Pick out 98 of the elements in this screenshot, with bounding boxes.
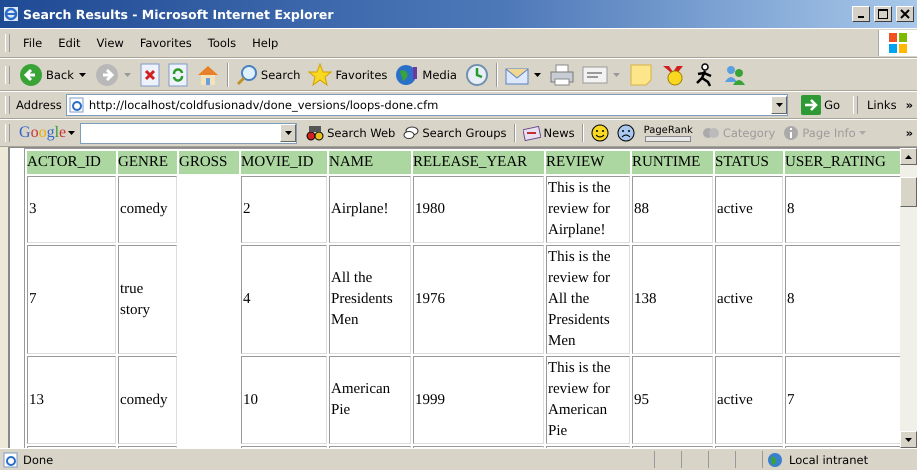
stop-icon (140, 62, 160, 86)
scroll-thumb[interactable] (900, 177, 917, 207)
column-header: ACTOR_ID (27, 151, 116, 174)
table-cell: This is the review for All the Presidents Men (546, 245, 630, 354)
table-cell: 95 (632, 356, 713, 444)
dropdown-arrow-icon (858, 131, 866, 135)
maximize-button[interactable] (874, 6, 892, 22)
table-cell: 138 (632, 245, 713, 354)
dropdown-arrow-icon (612, 72, 620, 76)
scroll-up-icon (905, 154, 912, 158)
page-icon (3, 452, 19, 468)
vertical-scrollbar[interactable] (900, 148, 917, 448)
table-cell: 1976 (413, 245, 544, 354)
menu-item[interactable]: Favorites (132, 34, 199, 52)
more-button[interactable]: » (902, 126, 917, 140)
table-cell: American Pie (329, 356, 411, 444)
minimize-button[interactable] (852, 6, 870, 22)
dropdown-arrow-icon (776, 103, 783, 107)
table-cell: active (715, 356, 783, 444)
search-groups-button[interactable]: Search Groups (400, 124, 510, 142)
table-cell: 1980 (413, 176, 544, 243)
info-icon (783, 125, 800, 141)
document-icon (582, 64, 608, 84)
dropdown-arrow-icon (124, 72, 131, 76)
close-icon (900, 9, 910, 19)
dropdown-arrow-icon (68, 131, 76, 135)
menu-item[interactable]: Tools (200, 34, 244, 52)
globe-icon (767, 452, 785, 468)
table-cell: 10 (241, 356, 327, 444)
search-icon (236, 64, 258, 86)
close-button[interactable] (896, 6, 914, 22)
table-cell: All the Presidents Men (329, 245, 411, 354)
dropdown-arrow-icon (284, 131, 292, 135)
binoculars-icon (306, 125, 324, 141)
search-web-button[interactable]: Search Web (303, 124, 398, 142)
refresh-icon (168, 62, 188, 86)
table-cell: 2 (241, 176, 327, 243)
table-cell: This is the review for American Pie (546, 356, 630, 444)
table-cell: comedy (118, 176, 177, 243)
menu-item[interactable]: File (16, 34, 50, 52)
table-cell: 7 (27, 245, 116, 354)
minimize-icon (858, 16, 864, 18)
maximize-icon (878, 9, 888, 19)
media-button[interactable]: Media (392, 62, 460, 88)
newspaper-icon (522, 125, 541, 141)
table-cell: 13 (27, 356, 116, 444)
browser-icon (3, 6, 19, 22)
address-field[interactable]: http://localhost/coldfusionadv/done_versions/loops-done.cfm (66, 94, 788, 116)
news-button[interactable]: News (520, 124, 578, 142)
search-button[interactable]: Search (232, 62, 304, 86)
pagerank-meter: PageRank (644, 124, 693, 142)
sad-face-icon (616, 124, 635, 142)
google-logo[interactable]: Google (16, 123, 78, 143)
people-icon (722, 64, 747, 86)
security-zone-text: Local intranet (789, 452, 868, 466)
dropdown-arrow-icon (78, 72, 86, 76)
star-icon (308, 62, 332, 86)
address-label: Address (16, 98, 62, 112)
menu-item[interactable]: Edit (51, 34, 88, 52)
column-header: RELEASE_YEAR (413, 151, 544, 174)
favorites-button[interactable]: Favorites (305, 62, 390, 88)
clock-icon (464, 62, 489, 86)
table-cell: active (715, 245, 783, 354)
window-title: Search Results - Microsoft Internet Explorer (23, 6, 334, 22)
arrow-right-icon (801, 95, 822, 115)
links-button[interactable]: Links (864, 97, 900, 113)
table-cell: active (715, 176, 783, 243)
table-cell: 3 (27, 176, 116, 243)
table-cell: 88 (632, 176, 713, 243)
status-text: Done (23, 452, 54, 466)
column-header: NAME (329, 151, 411, 174)
globe-icon (395, 62, 420, 86)
google-search-field[interactable] (80, 122, 298, 144)
page-icon (68, 97, 85, 113)
column-header: STATUS (715, 151, 783, 174)
column-header: RUNTIME (632, 151, 713, 174)
table-cell: Airplane! (329, 176, 411, 243)
column-header: USER_RATING (785, 151, 900, 174)
category-icon (702, 125, 720, 141)
table-cell: true story (118, 245, 177, 354)
speech-bubbles-icon (403, 125, 420, 141)
table-cell: comedy (118, 356, 177, 444)
printer-icon (550, 64, 574, 86)
table-cell: This is the review for Airplane! (546, 176, 630, 243)
column-header: GROSS (179, 151, 239, 174)
menu-item[interactable]: View (90, 34, 131, 52)
column-header: REVIEW (546, 151, 630, 174)
menu-item[interactable]: Help (245, 34, 286, 52)
dropdown-arrow-icon (534, 72, 541, 76)
back-button[interactable]: Back (16, 62, 77, 88)
table-cell: 4 (241, 245, 327, 354)
more-button[interactable]: » (902, 98, 917, 112)
sticky-note-icon (628, 62, 653, 86)
column-header: GENRE (118, 151, 177, 174)
go-button[interactable]: Go (798, 94, 844, 116)
column-header: MOVIE_ID (241, 151, 327, 174)
table-cell: 1999 (413, 356, 544, 444)
scroll-down-icon (905, 438, 912, 442)
